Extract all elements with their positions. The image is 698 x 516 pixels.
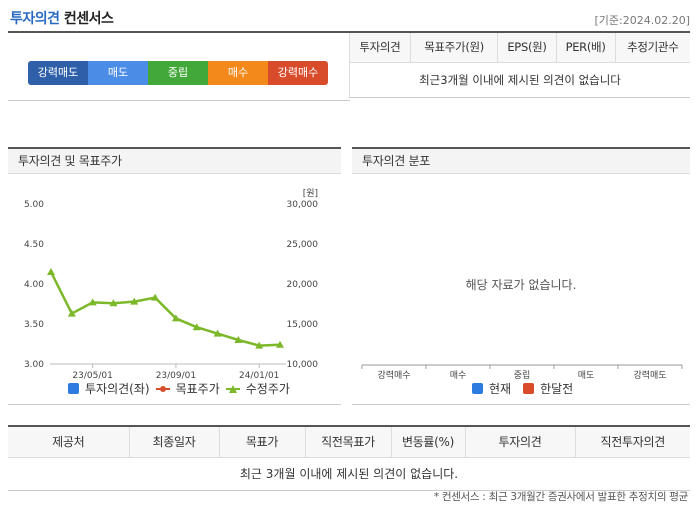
left-axis-tick: 4.50 (24, 240, 44, 250)
legend-month-ago-label: 한달전 (540, 382, 574, 396)
left-panel-bottom-border (8, 404, 341, 405)
left-chart-legend: 투자의견(좌) 목표주가 수정주가 (68, 380, 290, 397)
col-institutions: 추정기관수 (614, 33, 690, 63)
col-target: 목표가 (218, 425, 305, 458)
opinion-scale: 강력매도 매도 중립 매수 강력매수 (28, 61, 328, 85)
right-axis-tick: 25,000 (287, 240, 319, 250)
right-chart-legend: 현재 한달전 (472, 380, 573, 397)
reference-date: [기준:2024.02.20] (594, 14, 690, 27)
no-data-message: 해당 자료가 없습니다. (465, 278, 577, 292)
right-axis-unit: [원] (303, 188, 318, 199)
distribution-category-label: 강력매도 (633, 369, 666, 381)
right-axis-tick: 15,000 (287, 320, 319, 330)
footnote: * 컨센서스 : 최근 3개월간 증권사에서 발표한 추정치의 평균 (433, 491, 688, 503)
consensus-summary-table: 투자의견 목표주가(원) EPS(원) PER(배) 추정기관수 최근3개월 이… (349, 33, 690, 98)
right-panel-bottom-border (352, 404, 690, 405)
summary-empty-message: 최근3개월 이내에 제시된 의견이 없습니다 (349, 62, 690, 98)
right-axis-tick: 20,000 (287, 280, 319, 290)
col-prev-target: 직전목표가 (304, 425, 391, 458)
col-change-rate: 변동률(%) (390, 425, 465, 458)
col-provider: 제공처 (8, 425, 129, 458)
scale-buy: 매수 (208, 61, 268, 85)
right-axis-tick: 30,000 (287, 200, 319, 210)
opinion-target-price-panel: 투자의견 및 목표주가 5.00 4.50 4.00 3.50 3.00 30,000 25… (8, 147, 341, 405)
col-prev-opinion: 직전투자의견 (574, 425, 690, 458)
legend-opinion-label: 투자의견(좌) (85, 382, 150, 396)
scale-divider (8, 100, 350, 101)
legend-opinion-swatch (68, 383, 79, 394)
left-axis-tick: 3.50 (24, 320, 44, 330)
title-sub: 컨센서스 (63, 11, 114, 27)
col-last-date: 최종일자 (128, 425, 219, 458)
distribution-category-label: 강력매수 (377, 369, 410, 381)
broker-opinion-table: 제공처 최종일자 목표가 직전목표가 변동률(%) 투자의견 직전투자의견 최근… (8, 425, 690, 491)
left-axis-tick: 5.00 (24, 200, 44, 210)
distribution-category-label: 매수 (450, 370, 467, 381)
col-target-price: 목표주가(원) (409, 33, 498, 63)
legend-adjusted-swatch (225, 384, 240, 393)
scale-strong-buy: 강력매수 (268, 61, 328, 85)
title-main: 투자의견 (10, 11, 60, 27)
adjusted-price-point (47, 268, 55, 275)
distribution-category-label: 매도 (578, 370, 595, 381)
section-title: 투자의견 컨센서스 (10, 8, 114, 28)
right-panel-title: 투자의견 분포 (352, 147, 690, 174)
legend-adjusted-label: 수정주가 (245, 382, 290, 396)
scale-strong-sell: 강력매도 (28, 61, 88, 85)
right-axis-tick: 10,000 (287, 360, 319, 370)
legend-current-label: 현재 (489, 382, 512, 396)
scale-sell: 매도 (88, 61, 148, 85)
legend-target-label: 목표주가 (175, 382, 220, 396)
opinion-price-chart: 5.00 4.50 4.00 3.50 3.00 30,000 25,000 20,000 15… (24, 188, 319, 381)
left-axis-tick: 3.00 (24, 360, 44, 370)
left-axis-tick: 4.00 (24, 280, 44, 290)
col-opinion: 투자의견 (464, 425, 575, 458)
adjusted-price-line (49, 271, 281, 347)
legend-target-swatch (155, 385, 170, 392)
col-opinion: 투자의견 (349, 33, 411, 63)
col-per: PER(배) (555, 33, 616, 63)
legend-month-ago-swatch (523, 383, 535, 394)
legend-current-swatch (472, 383, 483, 394)
scale-neutral: 중립 (148, 61, 208, 85)
left-panel-title: 투자의견 및 목표주가 (8, 147, 341, 174)
opinion-distribution-panel: 투자의견 분포 해당 자료가 없습니다. 강력매수 매수 중립 매도 강력매도 현재 한… (352, 147, 690, 405)
col-eps: EPS(원) (497, 33, 557, 63)
table-empty-message: 최근 3개월 이내에 제시된 의견이 없습니다. (8, 457, 690, 491)
